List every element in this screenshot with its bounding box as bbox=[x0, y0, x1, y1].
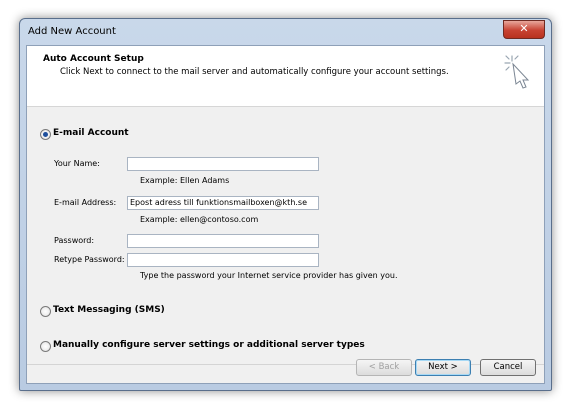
text-messaging-radio[interactable] bbox=[40, 306, 51, 317]
wizard-wand-icon bbox=[504, 55, 530, 89]
your-name-input[interactable] bbox=[127, 157, 319, 171]
add-account-dialog: Add New Account ✕ Auto Account Setup Cli… bbox=[19, 18, 552, 391]
next-button[interactable]: Next > bbox=[415, 359, 471, 376]
header-subtitle: Click Next to connect to the mail server… bbox=[60, 67, 449, 77]
email-address-input[interactable]: Epost adress till funktionsmailboxen@kth… bbox=[127, 196, 319, 210]
close-button[interactable]: ✕ bbox=[503, 20, 545, 39]
retype-password-input[interactable] bbox=[127, 253, 319, 267]
text-messaging-label[interactable]: Text Messaging (SMS) bbox=[53, 305, 165, 315]
dialog-body: Auto Account Setup Click Next to connect… bbox=[26, 45, 545, 384]
email-account-label[interactable]: E-mail Account bbox=[53, 128, 129, 138]
wizard-header: Auto Account Setup Click Next to connect… bbox=[27, 46, 544, 107]
email-address-hint: Example: ellen@contoso.com bbox=[140, 215, 259, 224]
email-address-label: E-mail Address: bbox=[54, 198, 117, 207]
retype-password-label: Retype Password: bbox=[54, 255, 125, 264]
cancel-button[interactable]: Cancel bbox=[480, 359, 536, 376]
back-button[interactable]: < Back bbox=[356, 359, 412, 376]
manual-config-label[interactable]: Manually configure server settings or ad… bbox=[53, 340, 365, 350]
email-account-radio[interactable] bbox=[40, 129, 51, 140]
manual-config-radio[interactable] bbox=[40, 341, 51, 352]
password-hint: Type the password your Internet service … bbox=[140, 271, 398, 280]
password-input[interactable] bbox=[127, 234, 319, 248]
password-label: Password: bbox=[54, 236, 95, 245]
title-bar[interactable]: Add New Account ✕ bbox=[20, 19, 551, 45]
header-title: Auto Account Setup bbox=[43, 54, 144, 64]
your-name-label: Your Name: bbox=[54, 159, 100, 168]
your-name-hint: Example: Ellen Adams bbox=[140, 176, 230, 185]
window-title: Add New Account bbox=[28, 26, 116, 37]
